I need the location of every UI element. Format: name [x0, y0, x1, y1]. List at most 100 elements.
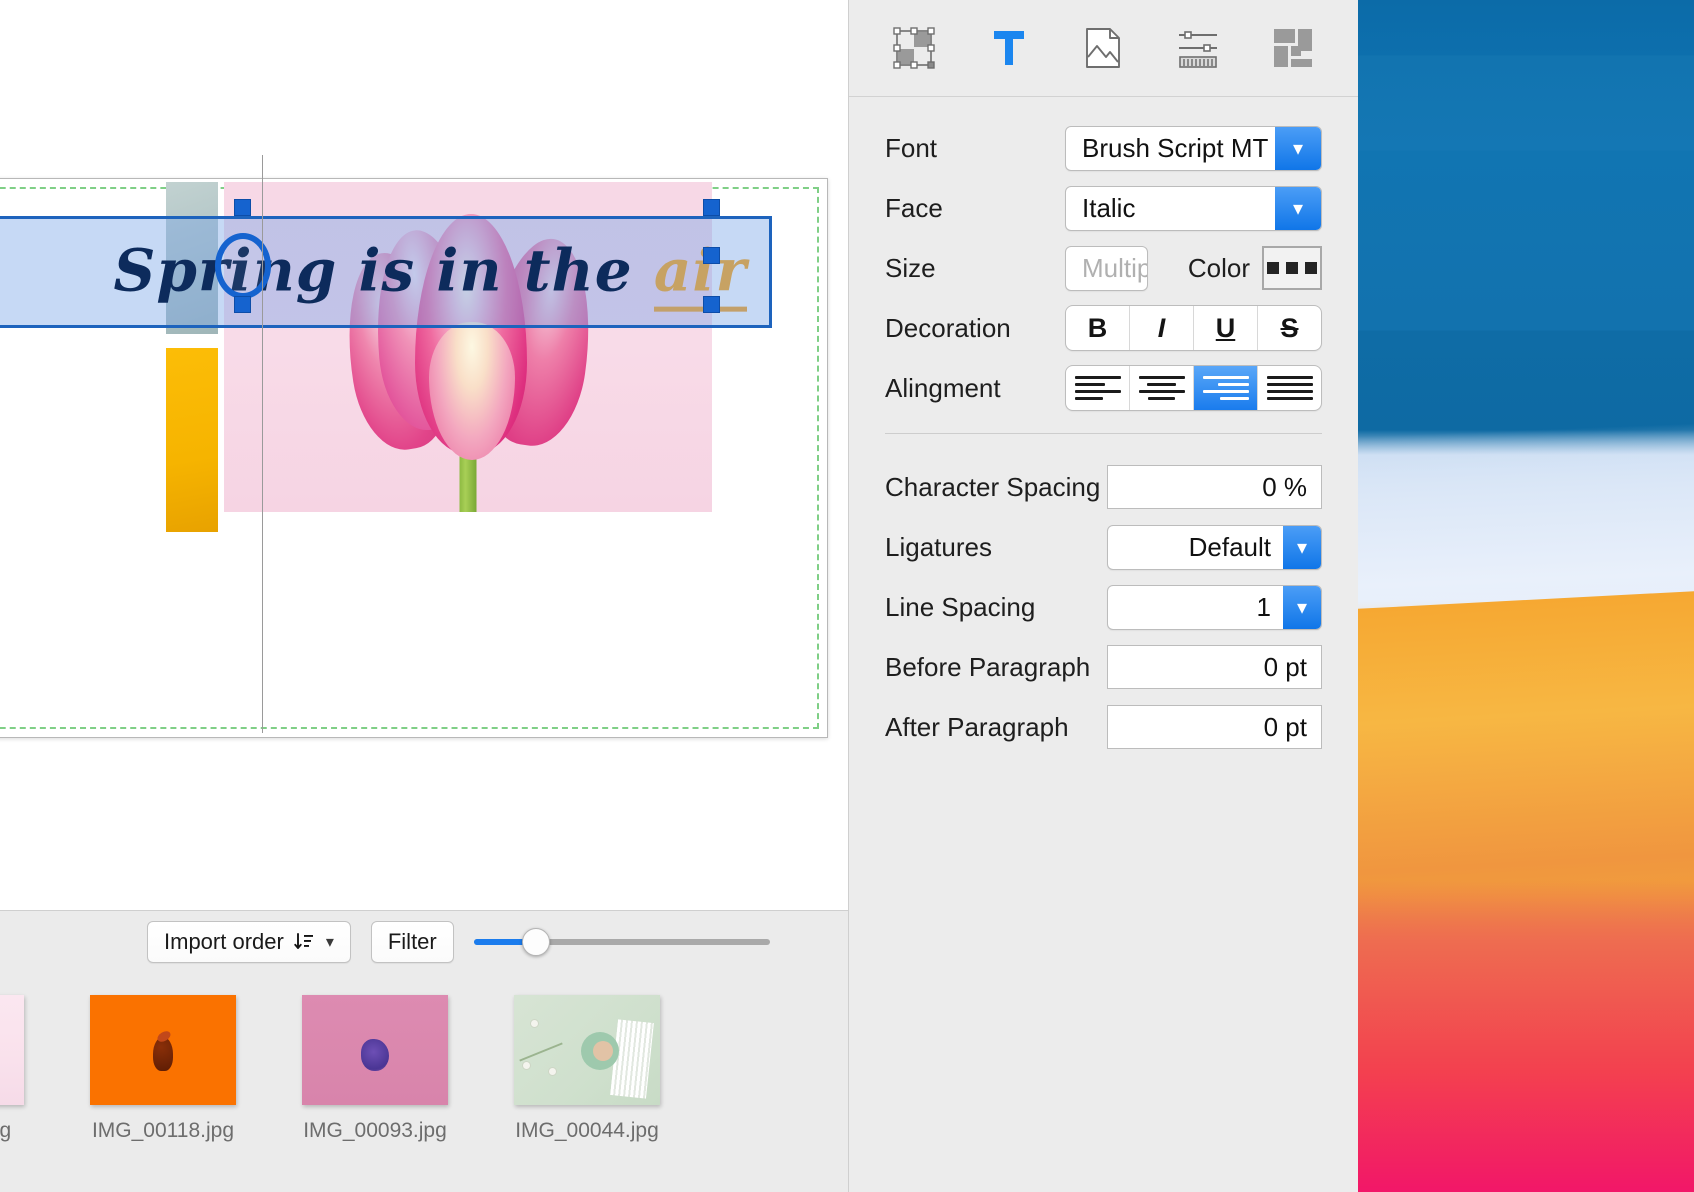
text-span-accent: air — [653, 236, 747, 312]
face-dropdown[interactable]: Italic ▾ — [1065, 185, 1322, 231]
italic-button[interactable]: I — [1130, 306, 1194, 350]
app-root: Spring is in the air Import order ▾ Filt… — [0, 0, 1694, 1192]
thumbnail-filename: G_00124.jpg — [0, 1119, 12, 1142]
thumb-bud-shape — [530, 1019, 539, 1028]
decoration-row: Decoration B I U S — [885, 305, 1322, 351]
application-window: Spring is in the air Import order ▾ Filt… — [0, 0, 1358, 1192]
chevron-down-icon[interactable]: ▾ — [1275, 126, 1321, 170]
face-row: Face Italic ▾ — [885, 185, 1322, 231]
text-span-primary: Spring is in the — [113, 236, 654, 305]
font-dropdown[interactable]: Brush Script MT ▾ — [1065, 125, 1322, 171]
underline-button[interactable]: U — [1194, 306, 1258, 350]
before-paragraph-row: Before Paragraph 0 pt — [885, 644, 1322, 690]
color-label: Color — [1187, 252, 1250, 283]
thumb-twig-shape — [519, 1042, 563, 1062]
chevron-down-icon[interactable]: ▾ — [1283, 525, 1321, 569]
thumb-bud-shape — [522, 1061, 531, 1070]
list-item[interactable]: IMG_00044.jpg — [481, 995, 693, 1143]
line-spacing-row: Line Spacing 1 ▾ — [885, 584, 1322, 630]
wallpaper-band-red — [1358, 880, 1694, 1192]
chevron-down-icon[interactable]: ▾ — [1275, 186, 1321, 230]
editor-canvas[interactable]: Spring is in the air — [0, 0, 848, 910]
sort-order-dropdown[interactable]: Import order ▾ — [147, 921, 351, 963]
line-spacing-label: Line Spacing — [885, 591, 1036, 622]
tab-layout[interactable] — [877, 15, 951, 81]
resize-handle-top-middle[interactable] — [234, 199, 251, 216]
line-spacing-value: 1 — [1256, 591, 1271, 622]
size-color-row: Size Multiple ▾ Color — [885, 245, 1322, 291]
face-label: Face — [885, 192, 943, 223]
after-paragraph-input[interactable]: 0 pt — [1107, 705, 1322, 749]
resize-handle-middle-right[interactable] — [703, 247, 720, 264]
ligatures-row: Ligatures Default ▾ — [885, 524, 1322, 570]
filter-button[interactable]: Filter — [370, 921, 454, 963]
resize-handle-bottom-middle[interactable] — [234, 296, 251, 313]
font-label: Font — [885, 132, 938, 163]
align-right-icon — [1202, 376, 1249, 400]
before-paragraph-label: Before Paragraph — [885, 651, 1091, 682]
thumbnail-size-slider[interactable] — [473, 928, 770, 956]
alignment-row: Alingment — [885, 365, 1322, 411]
filter-label: Filter — [387, 929, 437, 954]
align-center-button[interactable] — [1130, 366, 1194, 410]
media-browser: Import order ▾ Filter g IMG_00118.jpg IM… — [0, 910, 848, 1192]
image-photo-icon — [1079, 24, 1127, 72]
align-left-button[interactable] — [1066, 366, 1130, 410]
strikethrough-button[interactable]: S — [1258, 306, 1321, 350]
thumbnail-image[interactable] — [302, 995, 448, 1105]
media-browser-toolbar: Import order ▾ Filter — [0, 911, 848, 973]
template-blocks-icon — [1269, 24, 1317, 72]
list-item[interactable]: G_00124.jpg — [0, 995, 57, 1143]
alignment-button-group — [1065, 365, 1322, 411]
align-center-icon — [1138, 376, 1185, 400]
resize-handle-bottom-right[interactable] — [703, 296, 720, 313]
align-justify-button[interactable] — [1258, 366, 1321, 410]
font-value: Brush Script MT — [1082, 132, 1269, 163]
text-T-icon — [985, 24, 1033, 72]
size-label: Size — [885, 252, 936, 283]
thumb-subject-shape — [153, 1036, 173, 1071]
ligatures-value: Default — [1188, 531, 1271, 562]
align-right-button[interactable] — [1194, 366, 1258, 410]
size-dropdown[interactable]: Multiple ▾ — [1065, 245, 1148, 291]
decoration-button-group: B I U S — [1065, 305, 1322, 351]
sort-descending-icon — [293, 931, 315, 953]
thumbnail-list: G_00124.jpg IMG_00118.jpg IMG_00093.jpg — [0, 973, 848, 1192]
thumbnail-image[interactable] — [514, 995, 660, 1105]
sort-order-label: Import order — [164, 929, 284, 954]
list-item[interactable]: IMG_00118.jpg — [57, 995, 269, 1143]
alignment-guide-vertical — [262, 155, 263, 733]
text-box-selection[interactable]: Spring is in the air — [0, 216, 772, 328]
face-value: Italic — [1082, 192, 1136, 223]
list-item[interactable]: IMG_00093.jpg — [269, 995, 481, 1143]
color-dot — [1267, 262, 1279, 274]
thumbnail-filename: IMG_00044.jpg — [515, 1119, 659, 1142]
slider-thumb[interactable] — [521, 928, 550, 956]
line-spacing-dropdown[interactable]: 1 ▾ — [1107, 584, 1322, 630]
inspector-content: Font Brush Script MT ▾ Face Italic ▾ Siz… — [849, 97, 1358, 750]
tab-text[interactable] — [972, 15, 1046, 81]
photo-cell-amber[interactable] — [166, 348, 218, 532]
thumb-circle-inner — [592, 1041, 613, 1062]
thumb-bud-shape — [548, 1067, 557, 1076]
chevron-down-icon: ▾ — [325, 934, 334, 951]
sliders-ruler-icon — [1174, 24, 1222, 72]
size-value: Multiple — [1082, 252, 1147, 283]
alignment-label: Alingment — [885, 372, 1001, 403]
character-spacing-row: Character Spacing 0 % — [885, 464, 1322, 510]
layout-grid-icon — [890, 24, 938, 72]
thumbnail-filename: IMG_00093.jpg — [303, 1119, 447, 1142]
resize-handle-top-right[interactable] — [703, 199, 720, 216]
ligatures-dropdown[interactable]: Default ▾ — [1107, 524, 1322, 570]
thumbnail-image[interactable] — [0, 995, 24, 1105]
tab-template[interactable] — [1256, 15, 1330, 81]
tab-image[interactable] — [1066, 15, 1140, 81]
tab-adjust[interactable] — [1161, 15, 1235, 81]
inspector-panel: Font Brush Script MT ▾ Face Italic ▾ Siz… — [848, 0, 1358, 1192]
before-paragraph-input[interactable]: 0 pt — [1107, 645, 1322, 689]
character-spacing-input[interactable]: 0 % — [1107, 465, 1322, 509]
color-swatch-button[interactable] — [1262, 246, 1322, 290]
bold-button[interactable]: B — [1066, 306, 1130, 350]
chevron-down-icon[interactable]: ▾ — [1283, 585, 1321, 629]
thumbnail-image[interactable] — [90, 995, 236, 1105]
